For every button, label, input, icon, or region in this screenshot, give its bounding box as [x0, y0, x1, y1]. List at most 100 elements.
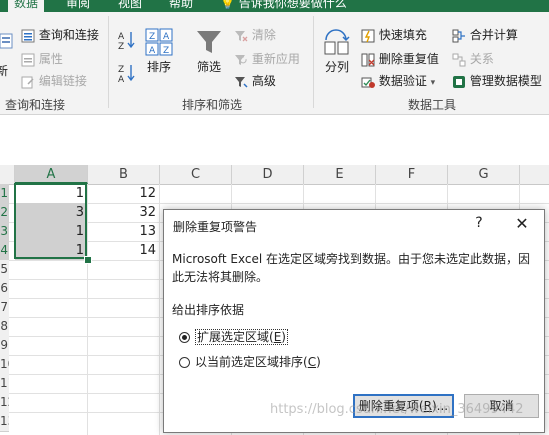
cell-b1[interactable]: 12: [88, 184, 159, 203]
svg-text:Z: Z: [163, 46, 169, 56]
group-label-sort-filter: 排序和筛选: [182, 98, 243, 112]
filter-button[interactable]: 筛选: [194, 28, 224, 75]
cell-a4[interactable]: 1: [15, 241, 87, 260]
relationships-button[interactable]: 关系: [452, 50, 494, 67]
advanced-filter-icon: [235, 76, 248, 88]
row-header-1[interactable]: 1: [0, 184, 9, 204]
column-header-c[interactable]: C: [160, 165, 232, 184]
cell-a3[interactable]: 1: [15, 222, 87, 241]
current-selection-label: 以当前选定区域排序(C): [195, 355, 321, 369]
tell-me-box[interactable]: 💡 告诉我你想要做什么: [218, 0, 349, 12]
column-header-b[interactable]: B: [88, 165, 160, 184]
ribbon-tab-strip: 数据 审阅 视图 帮助 💡 告诉我你想要做什么: [0, 0, 549, 12]
flash-fill-button[interactable]: 快速填充: [361, 26, 427, 43]
row-header-12[interactable]: 12: [0, 393, 9, 413]
radio-checked-icon: [179, 332, 190, 343]
queries-connections-label: 查询和连接: [38, 28, 99, 42]
sort-button[interactable]: Z A A Z 排序: [144, 28, 174, 75]
advanced-filter-button[interactable]: 高级: [234, 72, 276, 89]
row-header-13[interactable]: 13: [0, 412, 9, 432]
row-header-3[interactable]: 3: [0, 222, 9, 242]
remove-duplicates-warning-dialog: 删除重复项警告 ? ✕ Microsoft Excel 在选定区域旁找到数据。由…: [163, 209, 545, 433]
queries-connections-button[interactable]: 查询和连接: [21, 26, 99, 43]
reapply-icon: [235, 54, 247, 65]
consolidate-button[interactable]: 合并计算: [452, 26, 518, 43]
reapply-button[interactable]: 重新应用: [234, 50, 300, 67]
clear-label: 清除: [251, 28, 276, 42]
cell-b3[interactable]: 13: [88, 222, 159, 241]
sort-descending-button[interactable]: Z A: [118, 63, 136, 83]
edit-links-button[interactable]: 编辑链接: [21, 72, 87, 89]
lightbulb-icon: 💡: [220, 0, 235, 10]
new-query-button[interactable]: 新: [0, 32, 14, 78]
cell-b4[interactable]: 14: [88, 241, 159, 260]
flash-fill-label: 快速填充: [378, 28, 427, 42]
column-header-d[interactable]: D: [232, 165, 304, 184]
tab-help[interactable]: 帮助: [167, 0, 195, 12]
tab-data[interactable]: 数据: [8, 0, 45, 12]
help-icon[interactable]: ?: [472, 215, 486, 231]
cell-a2[interactable]: 3: [15, 203, 87, 222]
clear-filter-button[interactable]: 清除: [234, 26, 276, 43]
sort-az-icon: A Z: [118, 32, 135, 50]
remove-duplicates-icon: [361, 53, 375, 66]
flash-fill-icon: [361, 29, 375, 42]
properties-button[interactable]: 属性: [21, 50, 63, 67]
tell-me-text: 告诉我你想要做什么: [238, 0, 347, 10]
edit-links-icon: [21, 76, 34, 88]
sort-ascending-button[interactable]: A Z: [118, 30, 136, 50]
row-header-11[interactable]: 11: [0, 374, 9, 394]
row-header-2[interactable]: 2: [0, 203, 9, 223]
select-all-corner[interactable]: [0, 165, 15, 184]
remove-duplicates-confirm-button[interactable]: 删除重复项(R)...: [353, 394, 454, 418]
row-header-4[interactable]: 4: [0, 241, 9, 261]
tab-view[interactable]: 视图: [116, 0, 144, 12]
text-to-columns-button[interactable]: 分列: [322, 28, 352, 75]
row-header-8[interactable]: 8: [0, 317, 9, 337]
edit-links-label: 编辑链接: [38, 74, 87, 88]
tab-review[interactable]: 审阅: [64, 0, 92, 12]
cell-b2[interactable]: 32: [88, 203, 159, 222]
ribbon: 新 查询和连接 属性 编辑链接 查询和连接 A Z Z A Z A A Z 排序…: [0, 12, 549, 115]
group-separator: [108, 16, 109, 108]
text-to-columns-label: 分列: [324, 60, 349, 74]
svg-text:Z: Z: [118, 42, 124, 50]
column-header-a[interactable]: A: [15, 165, 88, 184]
sort-za-icon: Z A: [118, 65, 135, 83]
properties-icon: [21, 53, 35, 66]
cell-a1[interactable]: 1: [15, 184, 87, 203]
manage-data-model-button[interactable]: 管理数据模型: [452, 72, 542, 89]
fill-handle[interactable]: [84, 256, 92, 264]
row-header-7[interactable]: 7: [0, 298, 9, 318]
relationships-label: 关系: [469, 52, 494, 66]
column-header-f[interactable]: F: [376, 165, 448, 184]
chevron-down-icon: ▾: [430, 78, 436, 88]
filter-funnel-icon: [197, 31, 221, 53]
row-header-5[interactable]: 5: [0, 260, 9, 280]
row-header-6[interactable]: 6: [0, 279, 9, 299]
consolidate-label: 合并计算: [469, 28, 518, 42]
manage-data-model-label: 管理数据模型: [469, 74, 542, 88]
cancel-button[interactable]: 取消: [464, 394, 539, 418]
column-header-bar: A B C D E F G: [0, 165, 549, 185]
group-label-queries: 查询和连接: [5, 98, 66, 112]
svg-text:A: A: [163, 32, 170, 42]
data-validation-button[interactable]: 数据验证 ▾: [361, 72, 435, 89]
new-query-label: 新: [0, 64, 9, 78]
group-separator: [313, 16, 314, 108]
svg-text:A: A: [149, 46, 156, 56]
properties-label: 属性: [38, 52, 63, 66]
column-header-e[interactable]: E: [304, 165, 376, 184]
remove-duplicates-button[interactable]: 删除重复值: [361, 50, 439, 67]
dialog-message: Microsoft Excel 在选定区域旁找到数据。由于您未选定此数据，因此无…: [172, 252, 531, 284]
relationships-icon: [452, 53, 466, 66]
row-header-9[interactable]: 9: [0, 336, 9, 356]
radio-current-selection[interactable]: 以当前选定区域排序(C): [179, 353, 321, 370]
row-header-10[interactable]: 10: [0, 355, 9, 375]
close-icon[interactable]: ✕: [513, 214, 531, 233]
radio-expand-selection[interactable]: 扩展选定区域(E): [179, 328, 288, 345]
radio-unchecked-icon: [179, 357, 190, 368]
column-header-g[interactable]: G: [448, 165, 520, 184]
svg-text:A: A: [118, 32, 125, 42]
svg-text:Z: Z: [118, 65, 124, 75]
